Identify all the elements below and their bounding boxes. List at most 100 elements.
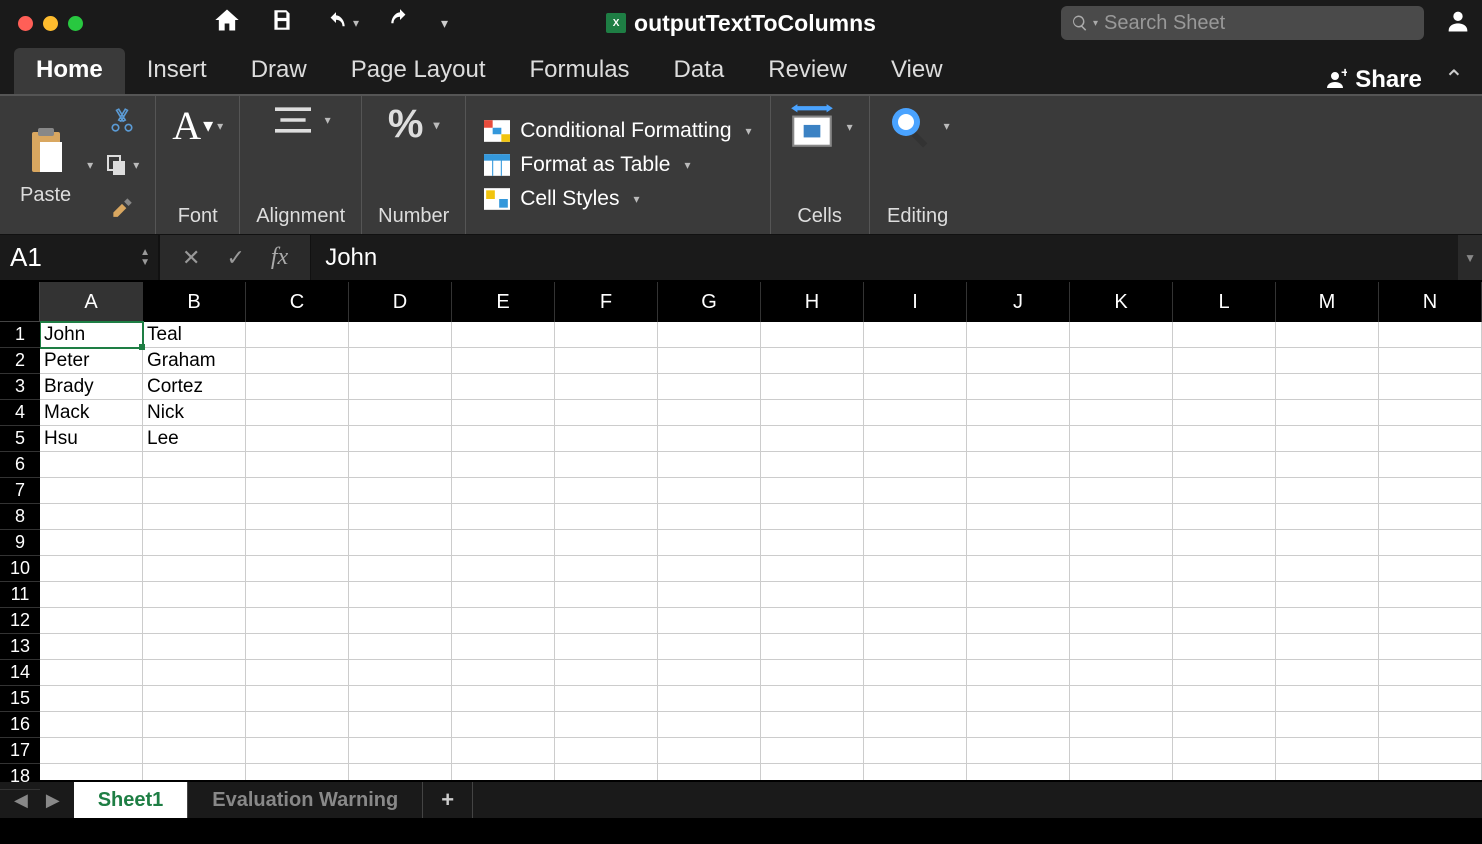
cell-H17[interactable] [761, 738, 864, 764]
column-header-B[interactable]: B [143, 282, 246, 322]
cell-B16[interactable] [143, 712, 246, 738]
cell-G18[interactable] [658, 764, 761, 780]
formula-input[interactable]: John [310, 235, 1458, 280]
cell-D4[interactable] [349, 400, 452, 426]
cell-N1[interactable] [1379, 322, 1482, 348]
cell-I6[interactable] [864, 452, 967, 478]
cell-C9[interactable] [246, 530, 349, 556]
cell-C15[interactable] [246, 686, 349, 712]
undo-icon[interactable]: ▾ [323, 10, 359, 36]
cell-C11[interactable] [246, 582, 349, 608]
cell-M17[interactable] [1276, 738, 1379, 764]
cell-A13[interactable] [40, 634, 143, 660]
cell-A10[interactable] [40, 556, 143, 582]
cell-K6[interactable] [1070, 452, 1173, 478]
row-header-15[interactable]: 15 [0, 686, 40, 712]
cell-I11[interactable] [864, 582, 967, 608]
cell-H18[interactable] [761, 764, 864, 780]
cell-K9[interactable] [1070, 530, 1173, 556]
cell-D2[interactable] [349, 348, 452, 374]
cell-F9[interactable] [555, 530, 658, 556]
cut-icon[interactable] [109, 106, 135, 137]
cell-N6[interactable] [1379, 452, 1482, 478]
column-header-F[interactable]: F [555, 282, 658, 322]
cell-I10[interactable] [864, 556, 967, 582]
cell-K10[interactable] [1070, 556, 1173, 582]
tab-page-layout[interactable]: Page Layout [329, 48, 508, 94]
cell-A18[interactable] [40, 764, 143, 780]
cell-J6[interactable] [967, 452, 1070, 478]
cell-C7[interactable] [246, 478, 349, 504]
row-header-16[interactable]: 16 [0, 712, 40, 738]
cell-C8[interactable] [246, 504, 349, 530]
cell-L18[interactable] [1173, 764, 1276, 780]
cell-E7[interactable] [452, 478, 555, 504]
row-header-2[interactable]: 2 [0, 348, 40, 374]
cell-G3[interactable] [658, 374, 761, 400]
cell-K16[interactable] [1070, 712, 1173, 738]
cell-G14[interactable] [658, 660, 761, 686]
cell-L4[interactable] [1173, 400, 1276, 426]
select-all-corner[interactable] [0, 282, 40, 322]
cell-C6[interactable] [246, 452, 349, 478]
cell-H11[interactable] [761, 582, 864, 608]
row-header-3[interactable]: 3 [0, 374, 40, 400]
tab-data[interactable]: Data [652, 48, 747, 94]
row-header-17[interactable]: 17 [0, 738, 40, 764]
row-header-13[interactable]: 13 [0, 634, 40, 660]
cell-L16[interactable] [1173, 712, 1276, 738]
cell-J12[interactable] [967, 608, 1070, 634]
cell-D15[interactable] [349, 686, 452, 712]
cell-J2[interactable] [967, 348, 1070, 374]
cell-B6[interactable] [143, 452, 246, 478]
cell-E9[interactable] [452, 530, 555, 556]
name-box[interactable]: A1 ▲▼ [0, 235, 160, 280]
minimize-window-button[interactable] [43, 16, 58, 31]
copy-icon[interactable]: ▾ [105, 153, 139, 177]
cell-B18[interactable] [143, 764, 246, 780]
cell-N10[interactable] [1379, 556, 1482, 582]
cell-L1[interactable] [1173, 322, 1276, 348]
row-header-1[interactable]: 1 [0, 322, 40, 348]
cell-F4[interactable] [555, 400, 658, 426]
paste-button[interactable]: Paste [20, 124, 71, 207]
cell-C5[interactable] [246, 426, 349, 452]
cell-A17[interactable] [40, 738, 143, 764]
cell-N18[interactable] [1379, 764, 1482, 780]
cell-M14[interactable] [1276, 660, 1379, 686]
cell-E3[interactable] [452, 374, 555, 400]
cell-F6[interactable] [555, 452, 658, 478]
cell-L2[interactable] [1173, 348, 1276, 374]
cell-I3[interactable] [864, 374, 967, 400]
cell-I9[interactable] [864, 530, 967, 556]
cell-M2[interactable] [1276, 348, 1379, 374]
cell-H16[interactable] [761, 712, 864, 738]
cell-L11[interactable] [1173, 582, 1276, 608]
cell-F11[interactable] [555, 582, 658, 608]
maximize-window-button[interactable] [68, 16, 83, 31]
cell-K3[interactable] [1070, 374, 1173, 400]
cell-M11[interactable] [1276, 582, 1379, 608]
cell-F8[interactable] [555, 504, 658, 530]
cell-K13[interactable] [1070, 634, 1173, 660]
cell-D8[interactable] [349, 504, 452, 530]
customize-qat-icon[interactable]: ▾ [441, 15, 448, 32]
cell-B14[interactable] [143, 660, 246, 686]
cell-H4[interactable] [761, 400, 864, 426]
cell-H3[interactable] [761, 374, 864, 400]
home-icon[interactable] [213, 6, 241, 41]
cell-D7[interactable] [349, 478, 452, 504]
cell-L8[interactable] [1173, 504, 1276, 530]
cell-M5[interactable] [1276, 426, 1379, 452]
cell-D1[interactable] [349, 322, 452, 348]
cell-K5[interactable] [1070, 426, 1173, 452]
sheet-nav[interactable]: ◀▶ [0, 790, 74, 811]
column-header-K[interactable]: K [1070, 282, 1173, 322]
cell-H2[interactable] [761, 348, 864, 374]
cell-M16[interactable] [1276, 712, 1379, 738]
cell-H10[interactable] [761, 556, 864, 582]
cell-L15[interactable] [1173, 686, 1276, 712]
cell-A8[interactable] [40, 504, 143, 530]
add-sheet-button[interactable]: + [423, 782, 473, 818]
cell-F18[interactable] [555, 764, 658, 780]
